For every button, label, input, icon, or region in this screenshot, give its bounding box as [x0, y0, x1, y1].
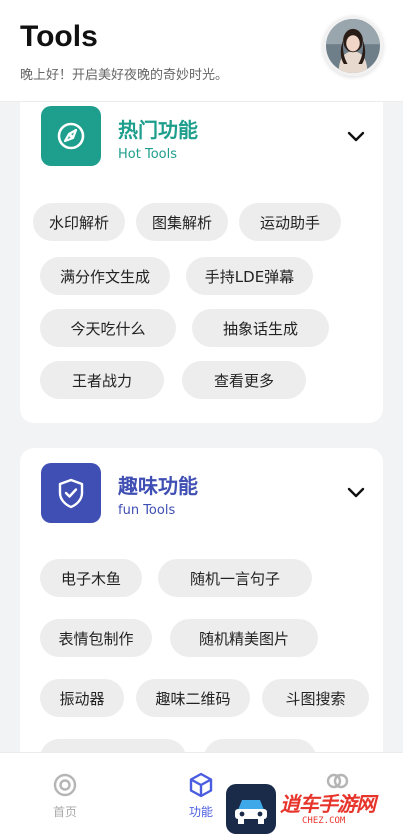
tool-chip[interactable]: 趣味二维码 [136, 679, 250, 717]
nav-home-label: 首页 [52, 805, 77, 819]
tool-chip[interactable]: 振动器 [40, 679, 124, 717]
tool-chip[interactable]: 随机一言句子 [158, 559, 312, 597]
tool-chip[interactable]: 水印解析 [33, 203, 125, 241]
watermark-url: CHEZ.COM [302, 816, 346, 826]
cube-icon [189, 772, 213, 798]
tool-chip[interactable]: 满分作文生成 [40, 257, 170, 295]
watermark-text: 逍车手游网 [280, 792, 376, 816]
greeting-text: 晚上好！开启美好夜晚的奇妙时光。 [20, 68, 229, 83]
hot-tools-card: 热门功能 Hot Tools 水印解析 图集解析 运动助手 满分作文生成 手持L… [20, 82, 383, 423]
tool-chip[interactable]: 随机精美图片 [170, 619, 318, 657]
page-title: Tools [20, 20, 98, 53]
car-logo-icon [226, 784, 276, 834]
avatar[interactable] [323, 16, 383, 76]
tool-chip[interactable]: 电子木鱼 [40, 559, 142, 597]
see-more-button[interactable]: 查看更多 [182, 361, 306, 399]
tool-chip[interactable]: 运动助手 [239, 203, 341, 241]
home-icon [53, 773, 77, 797]
tool-chip[interactable]: 斗图搜索 [262, 679, 369, 717]
app-header: Tools 晚上好！开启美好夜晚的奇妙时光。 [0, 0, 403, 102]
tool-chip[interactable]: 抽象话生成 [192, 309, 329, 347]
tool-chip[interactable]: 王者战力 [40, 361, 164, 399]
fun-tools-card: 趣味功能 fun Tools 电子木鱼 随机一言句子 表情包制作 随机精美图片 … [20, 448, 383, 778]
tool-chip[interactable]: 表情包制作 [40, 619, 152, 657]
tool-chip[interactable]: 手持LDE弹幕 [186, 257, 313, 295]
tool-chip[interactable]: 图集解析 [136, 203, 228, 241]
watermark: 逍车手游网 CHEZ.COM [222, 778, 402, 836]
nav-home[interactable]: 首页 [20, 771, 110, 820]
tool-chip[interactable]: 今天吃什么 [40, 309, 176, 347]
